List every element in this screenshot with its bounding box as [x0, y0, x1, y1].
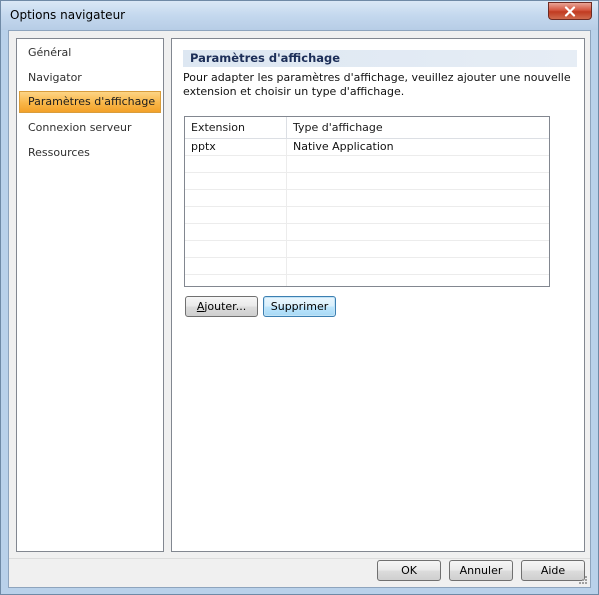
nav-item-server-connection[interactable]: Connexion serveur [19, 117, 161, 139]
cell-display-type: Native Application [293, 140, 394, 153]
nav-item-navigator[interactable]: Navigator [19, 67, 161, 89]
empty-row [185, 156, 549, 173]
list-header: Extension Type d'affichage [185, 117, 549, 139]
dialog-client-area: Général Navigator Paramètres d'affichage… [8, 30, 591, 588]
section-description: Pour adapter les paramètres d'affichage,… [183, 71, 571, 98]
window-title: Options navigateur [10, 8, 126, 22]
empty-row [185, 241, 549, 258]
table-row[interactable]: pptx Native Application [185, 139, 549, 156]
close-button[interactable] [548, 2, 592, 20]
section-title: Paramètres d'affichage [183, 50, 577, 67]
category-list: Général Navigator Paramètres d'affichage… [16, 38, 164, 552]
grid-line [286, 139, 287, 286]
empty-row [185, 173, 549, 190]
title-bar[interactable]: Options navigateur [1, 1, 598, 30]
empty-row [185, 224, 549, 241]
nav-item-display-settings[interactable]: Paramètres d'affichage [19, 91, 161, 113]
column-header-display-type[interactable]: Type d'affichage [287, 117, 549, 138]
column-header-extension[interactable]: Extension [185, 117, 286, 138]
resize-grip-icon[interactable] [578, 575, 588, 585]
nav-item-resources[interactable]: Ressources [19, 142, 161, 164]
nav-item-general[interactable]: Général [19, 42, 161, 64]
footer-separator [9, 558, 590, 559]
help-button[interactable]: Aide [521, 560, 585, 581]
options-dialog: Options navigateur Général Navigator Par… [0, 0, 599, 595]
list-body: pptx Native Application [185, 139, 549, 286]
extension-list[interactable]: Extension Type d'affichage pptx Native A… [184, 116, 550, 287]
empty-row [185, 258, 549, 275]
close-icon [564, 6, 576, 17]
remove-button[interactable]: Supprimer [263, 296, 336, 317]
add-button[interactable]: Ajouter... [185, 296, 258, 317]
empty-row [185, 207, 549, 224]
settings-panel: Paramètres d'affichage Pour adapter les … [171, 38, 585, 552]
add-button-label: jouter... [204, 300, 247, 313]
empty-row [185, 190, 549, 207]
cell-extension: pptx [191, 140, 216, 153]
cancel-button[interactable]: Annuler [449, 560, 513, 581]
ok-button[interactable]: OK [377, 560, 441, 581]
